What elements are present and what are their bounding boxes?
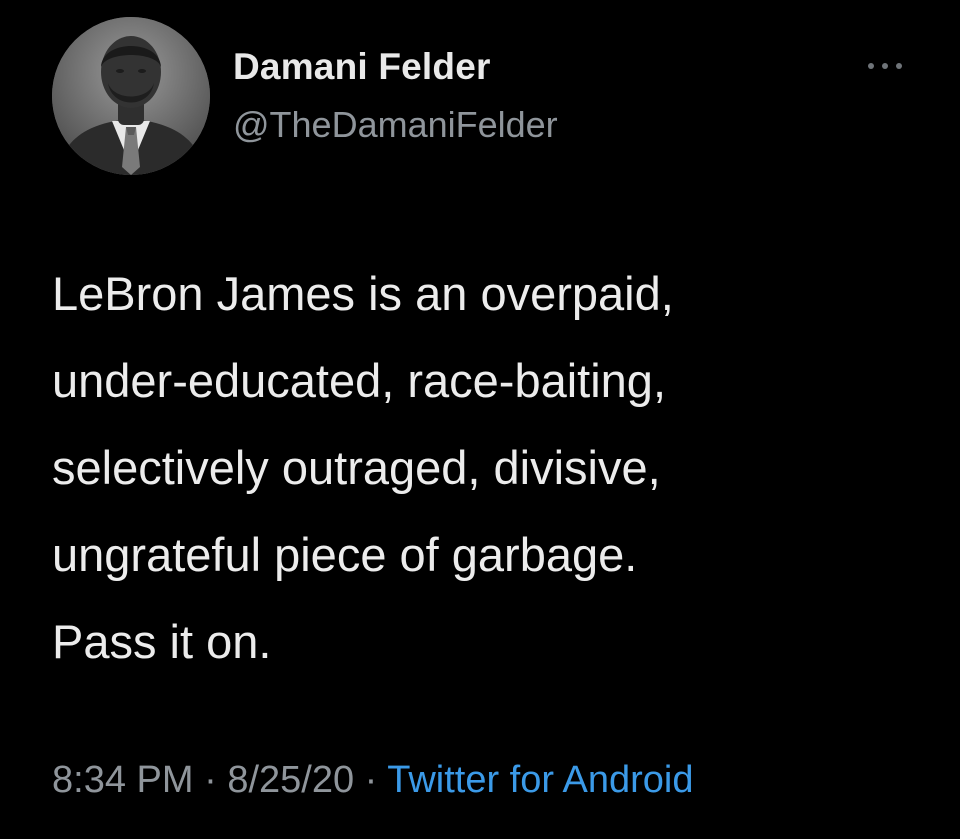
ellipsis-dot	[896, 63, 902, 69]
meta-separator: ·	[193, 759, 228, 801]
tweet-time[interactable]: 8:34 PM	[52, 759, 194, 801]
tweet-text: LeBron James is an overpaid, under-educa…	[52, 267, 674, 668]
more-options-icon[interactable]	[868, 56, 902, 76]
ellipsis-dot	[868, 63, 874, 69]
tweet-source-link[interactable]: Twitter for Android	[387, 759, 693, 801]
avatar[interactable]	[52, 17, 210, 175]
meta-separator: ·	[354, 759, 388, 801]
tweet-card: Damani Felder @TheDamaniFelder LeBron Ja…	[0, 0, 960, 839]
ellipsis-dot	[882, 63, 888, 69]
tweet-date[interactable]: 8/25/20	[227, 759, 354, 801]
author-handle[interactable]: @TheDamaniFelder	[233, 104, 558, 146]
profile-photo-icon	[52, 17, 210, 175]
tweet-meta: 8:34 PM · 8/25/20 · Twitter for Android	[52, 759, 693, 802]
author-name[interactable]: Damani Felder	[233, 46, 491, 88]
